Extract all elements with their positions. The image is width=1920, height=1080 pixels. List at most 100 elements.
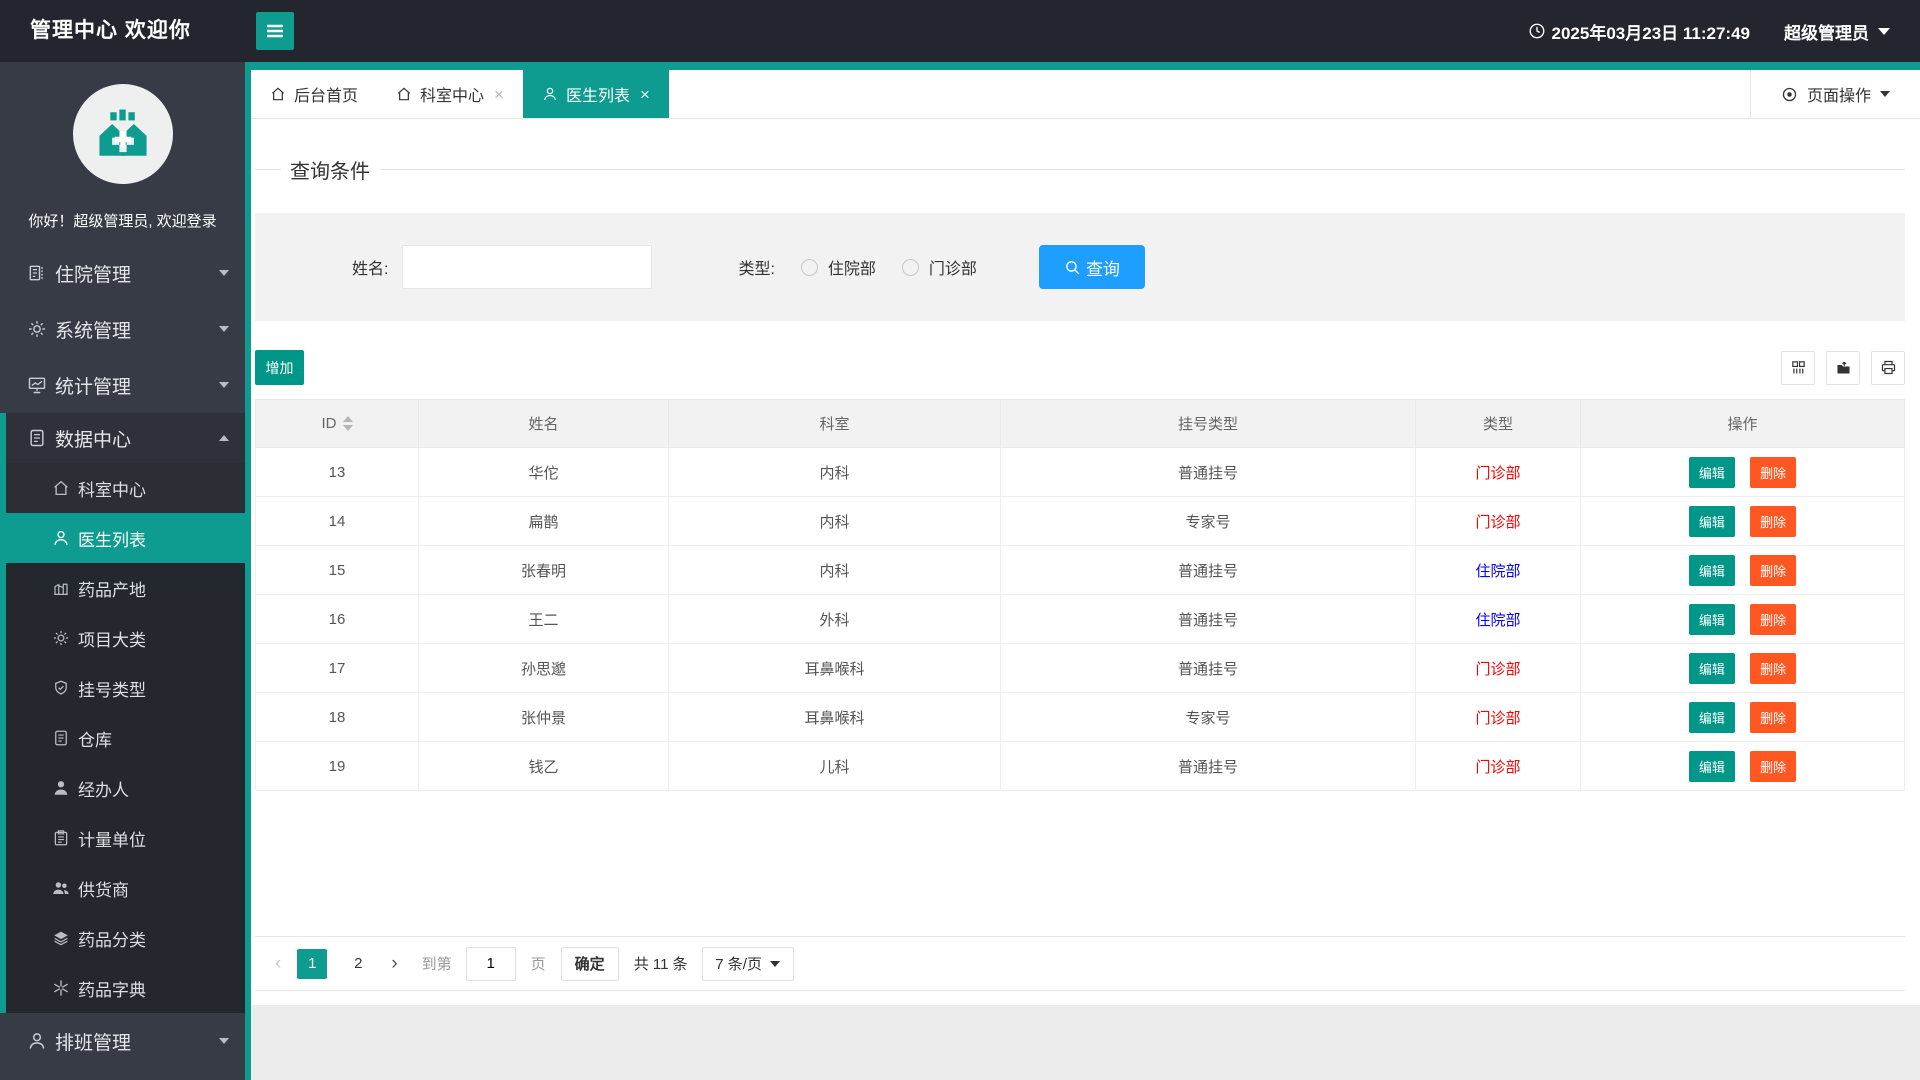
delete-button[interactable]: 删除 xyxy=(1750,701,1797,733)
column-header[interactable]: 科室 xyxy=(668,399,1001,448)
sidebar-item[interactable]: 经办人 xyxy=(0,763,245,813)
cell-name: 王二 xyxy=(418,594,669,644)
sidebar-toggle-button[interactable] xyxy=(256,12,294,50)
edit-button[interactable]: 编辑 xyxy=(1688,456,1735,488)
edit-button[interactable]: 编辑 xyxy=(1688,603,1735,635)
user-dropdown[interactable]: 超级管理员 xyxy=(1784,19,1890,44)
cell-name: 张仲景 xyxy=(418,692,669,742)
toolbar-icon xyxy=(1790,359,1807,376)
page-operations-dropdown[interactable]: 页面操作 xyxy=(1749,70,1920,118)
edit-button[interactable]: 编辑 xyxy=(1688,554,1735,586)
toolbar-icon-button[interactable] xyxy=(1871,350,1905,385)
column-header[interactable]: 挂号类型 xyxy=(1000,399,1416,448)
sidebar-item[interactable]: 供货商 xyxy=(0,863,245,913)
edit-button[interactable]: 编辑 xyxy=(1688,750,1735,782)
edit-button[interactable]: 编辑 xyxy=(1688,652,1735,684)
search-icon xyxy=(1064,259,1081,276)
sidebar-item[interactable]: 科室中心 xyxy=(0,463,245,513)
cell-registration-type: 专家号 xyxy=(1000,692,1416,742)
name-input[interactable] xyxy=(402,245,653,289)
page-number-button[interactable]: 1 xyxy=(297,948,328,979)
sidebar-item[interactable]: 排班管理 xyxy=(0,1013,245,1069)
content-card: 查询条件 姓名: 类型: 住院部 门诊部 查询 增加 ID 姓名 科室 挂号类型… xyxy=(251,119,1920,1005)
cell-name: 华佗 xyxy=(418,447,669,497)
column-header[interactable]: 姓名 xyxy=(418,399,669,448)
sidebar: 你好！超级管理员, 欢迎登录 住院管理 系统管理 统计管理 数据中心 科室中心 xyxy=(0,62,251,1080)
sort-icon[interactable] xyxy=(342,416,353,431)
search-button[interactable]: 查询 xyxy=(1038,245,1145,289)
sidebar-item[interactable]: 项目大类 xyxy=(0,613,245,663)
cell-id: 19 xyxy=(255,741,419,791)
sidebar-item[interactable]: 数据中心 xyxy=(0,413,245,463)
sidebar-item[interactable]: 药品产地 xyxy=(0,563,245,613)
sidebar-item[interactable]: 计量单位 xyxy=(0,813,245,863)
tab-bar: 后台首页 × 科室中心 × 医生列表 × 页面操作 xyxy=(251,70,1920,119)
cell-registration-type: 普通挂号 xyxy=(1000,594,1416,644)
tab-label: 医生列表 xyxy=(565,88,630,105)
sidebar-menu: 住院管理 系统管理 统计管理 数据中心 科室中心 医生列表 药品产地 项目大类 … xyxy=(0,245,245,1069)
table-toolbar: 增加 xyxy=(255,350,1905,385)
pagination-bar: ‹ 12 › 到第 页 确定 共 11 条 7 条/页 xyxy=(255,936,1905,991)
close-icon[interactable]: × xyxy=(640,86,650,103)
welcome-text: 你好！超级管理员, 欢迎登录 xyxy=(28,213,217,230)
menu-item-label: 供货商 xyxy=(78,880,129,900)
menu-item-label: 药品字典 xyxy=(78,980,146,1000)
next-page-button[interactable]: › xyxy=(391,953,397,975)
sidebar-item[interactable]: 药品字典 xyxy=(0,963,245,1013)
column-header[interactable]: 类型 xyxy=(1415,399,1581,448)
type-radio[interactable]: 住院部 xyxy=(800,255,876,279)
cell-actions: 编辑 删除 xyxy=(1580,447,1905,497)
sidebar-item[interactable]: 医生列表 xyxy=(0,513,245,563)
add-button[interactable]: 增加 xyxy=(255,350,304,385)
goto-page-input[interactable] xyxy=(465,946,516,981)
menu-item-icon xyxy=(27,375,47,395)
hospital-logo-icon xyxy=(94,105,152,163)
cell-department: 外科 xyxy=(668,594,1001,644)
cell-id: 15 xyxy=(255,545,419,595)
cell-actions: 编辑 删除 xyxy=(1580,545,1905,595)
query-section-title: 查询条件 xyxy=(255,155,1905,184)
cell-name: 孙思邈 xyxy=(418,643,669,693)
toolbar-icon-button[interactable] xyxy=(1826,350,1860,385)
delete-button[interactable]: 删除 xyxy=(1750,603,1797,635)
chevron-down-icon xyxy=(769,960,780,967)
toolbar-icon xyxy=(1835,359,1852,376)
sidebar-item[interactable]: 药品分类 xyxy=(0,913,245,963)
cell-department: 内科 xyxy=(668,545,1001,595)
type-radio[interactable]: 门诊部 xyxy=(901,255,977,279)
cell-department: 耳鼻喉科 xyxy=(668,643,1001,693)
tab[interactable]: 后台首页 × xyxy=(251,70,377,118)
per-page-select[interactable]: 7 条/页 xyxy=(701,946,794,981)
sidebar-item[interactable]: 挂号类型 xyxy=(0,663,245,713)
delete-button[interactable]: 删除 xyxy=(1750,456,1797,488)
tab[interactable]: 科室中心 × xyxy=(377,70,523,118)
radio-label: 住院部 xyxy=(827,261,876,278)
close-icon[interactable]: × xyxy=(494,86,504,103)
delete-button[interactable]: 删除 xyxy=(1750,505,1797,537)
cell-type: 门诊部 xyxy=(1415,643,1581,693)
cell-actions: 编辑 删除 xyxy=(1580,496,1905,546)
radio-circle-icon xyxy=(901,258,919,276)
page-number-button[interactable]: 2 xyxy=(343,949,373,979)
delete-button[interactable]: 删除 xyxy=(1750,554,1797,586)
edit-button[interactable]: 编辑 xyxy=(1688,505,1735,537)
hamburger-icon xyxy=(263,19,287,43)
delete-button[interactable]: 删除 xyxy=(1750,750,1797,782)
table-row: 15 张春明 内科 普通挂号 住院部 编辑 删除 xyxy=(255,545,1905,595)
table-row: 16 王二 外科 普通挂号 住院部 编辑 删除 xyxy=(255,594,1905,644)
tab[interactable]: 医生列表 × xyxy=(522,70,669,118)
delete-button[interactable]: 删除 xyxy=(1750,652,1797,684)
cell-id: 13 xyxy=(255,447,419,497)
edit-button[interactable]: 编辑 xyxy=(1688,701,1735,733)
toolbar-icon-button[interactable] xyxy=(1781,350,1815,385)
sidebar-item[interactable]: 住院管理 xyxy=(0,245,245,301)
sidebar-item[interactable]: 仓库 xyxy=(0,713,245,763)
cell-registration-type: 普通挂号 xyxy=(1000,643,1416,693)
sidebar-item[interactable]: 系统管理 xyxy=(0,301,245,357)
toolbar-icon xyxy=(1880,359,1897,376)
cell-id: 18 xyxy=(255,692,419,742)
confirm-button[interactable]: 确定 xyxy=(560,946,619,981)
column-header[interactable]: ID xyxy=(255,399,419,448)
sidebar-item[interactable]: 统计管理 xyxy=(0,357,245,413)
column-header[interactable]: 操作 xyxy=(1580,399,1905,448)
